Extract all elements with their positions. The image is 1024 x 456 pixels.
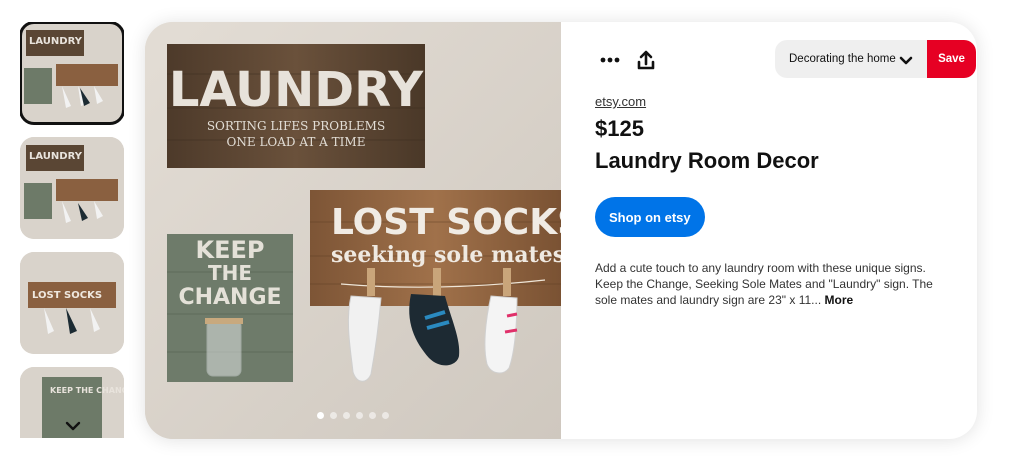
svg-text:LOST SOCKS: LOST SOCKS bbox=[32, 290, 102, 301]
keep-the-change-sign: KEEP THE CHANGE bbox=[167, 234, 293, 382]
svg-text:LOST SOCKS: LOST SOCKS bbox=[331, 202, 561, 243]
chevron-down-icon bbox=[899, 53, 913, 71]
svg-text:SORTING LIFES PROBLEMS: SORTING LIFES PROBLEMS bbox=[207, 119, 385, 133]
thumbnail-1[interactable]: LAUNDRY bbox=[20, 22, 124, 125]
more-link[interactable]: More bbox=[825, 293, 854, 307]
product-description: Add a cute touch to any laundry room wit… bbox=[595, 260, 940, 308]
thumbnail-3[interactable]: LOST SOCKS bbox=[20, 252, 124, 354]
svg-text:KEEP THE CHANGE: KEEP THE CHANGE bbox=[50, 386, 124, 395]
carousel-dot-4[interactable] bbox=[356, 412, 363, 419]
shop-button[interactable]: Shop on etsy bbox=[595, 197, 705, 237]
product-title: Laundry Room Decor bbox=[595, 148, 819, 173]
pin-details: Decorating the home Save etsy.com $125 L… bbox=[561, 22, 977, 439]
share-upload-icon[interactable] bbox=[629, 40, 663, 80]
svg-text:LAUNDRY: LAUNDRY bbox=[29, 151, 83, 162]
laundry-sign: LAUNDRY SORTING LIFES PROBLEMS ONE LOAD … bbox=[167, 44, 425, 168]
source-link[interactable]: etsy.com bbox=[595, 94, 646, 109]
svg-text:LAUNDRY: LAUNDRY bbox=[29, 36, 83, 47]
board-select[interactable]: Decorating the home bbox=[775, 40, 927, 78]
board-select-label: Decorating the home bbox=[789, 53, 896, 65]
pin-card: LAUNDRY SORTING LIFES PROBLEMS ONE LOAD … bbox=[145, 22, 977, 439]
svg-text:seeking sole mates: seeking sole mates bbox=[331, 242, 561, 268]
carousel-dot-3[interactable] bbox=[343, 412, 350, 419]
carousel-dots bbox=[145, 412, 561, 419]
description-text: Add a cute touch to any laundry room wit… bbox=[595, 261, 933, 307]
carousel-dot-6[interactable] bbox=[382, 412, 389, 419]
svg-text:CHANGE: CHANGE bbox=[178, 285, 281, 310]
save-button[interactable]: Save bbox=[927, 40, 976, 78]
product-photo[interactable]: LAUNDRY SORTING LIFES PROBLEMS ONE LOAD … bbox=[145, 22, 561, 439]
thumbnail-2[interactable]: LAUNDRY bbox=[20, 137, 124, 239]
carousel-dot-2[interactable] bbox=[330, 412, 337, 419]
carousel-dot-1[interactable] bbox=[317, 412, 324, 419]
svg-text:ONE LOAD AT A TIME: ONE LOAD AT A TIME bbox=[227, 135, 366, 149]
more-dots-icon[interactable] bbox=[593, 40, 627, 80]
thumbnail-strip: LAUNDRY LAUNDRY LOST SOCKS KEEP THE CHAN bbox=[20, 22, 124, 438]
svg-text:LAUNDRY: LAUNDRY bbox=[169, 62, 425, 118]
chevron-down-icon[interactable] bbox=[62, 418, 84, 434]
carousel-dot-5[interactable] bbox=[369, 412, 376, 419]
pin-toolbar: Decorating the home Save bbox=[593, 40, 976, 80]
svg-text:KEEP: KEEP bbox=[196, 236, 265, 264]
svg-text:THE: THE bbox=[208, 261, 252, 285]
product-price: $125 bbox=[595, 116, 644, 141]
